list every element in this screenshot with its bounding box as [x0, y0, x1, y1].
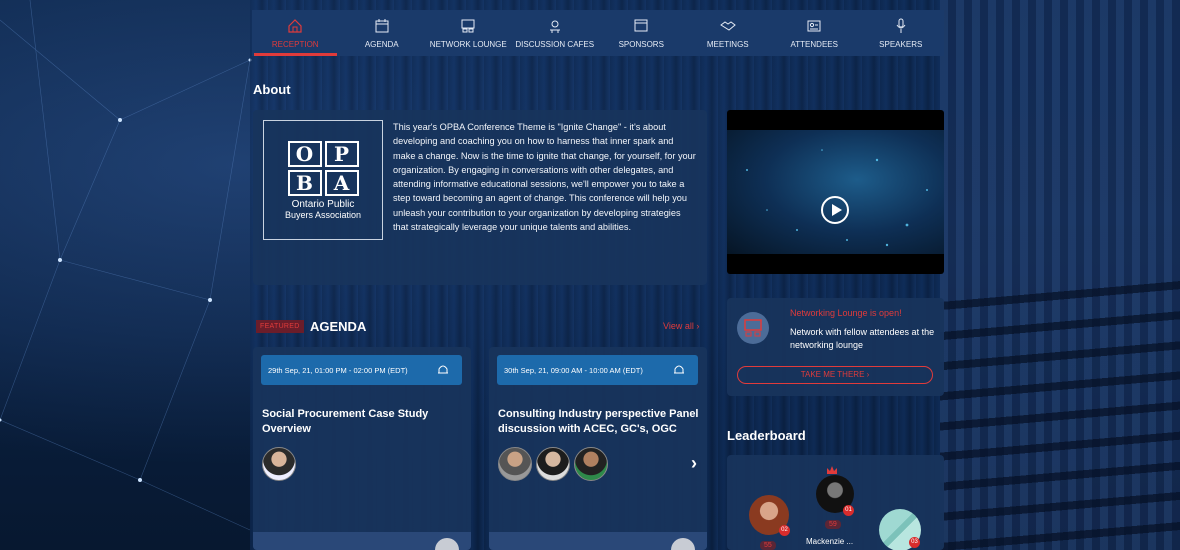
- date-text: 29th Sep, 21, 01:00 PM - 02:00 PM (EDT): [268, 365, 408, 375]
- take-me-there-button[interactable]: TAKE ME THERE ›: [737, 366, 933, 384]
- logo-letter: B: [287, 169, 322, 196]
- avatar[interactable]: [262, 447, 296, 481]
- nav-label: SPEAKERS: [879, 39, 923, 49]
- points-badge: 59: [825, 520, 841, 529]
- nav-reception[interactable]: RECEPTION: [252, 10, 339, 56]
- logo-line1: Ontario Public: [291, 198, 355, 210]
- nav-attendees[interactable]: ATTENDEES: [771, 10, 858, 56]
- lounge-heading: Networking Lounge is open!: [790, 308, 902, 318]
- logo-line2: Buyers Association: [284, 209, 362, 220]
- nav-speakers[interactable]: SPEAKERS: [858, 10, 945, 56]
- nav-label: AGENDA: [364, 39, 399, 49]
- video-player[interactable]: [727, 110, 944, 274]
- chevron-right-icon: ›: [696, 321, 700, 331]
- calendar-icon: [375, 18, 389, 32]
- speaker-avatars: [262, 447, 296, 481]
- session-title: Consulting Industry perspective Panel di…: [498, 408, 699, 435]
- rank-badge: 03: [909, 537, 920, 548]
- lounge-icon: [461, 19, 475, 32]
- reminder-bell-icon[interactable]: [436, 363, 450, 377]
- main-nav: RECEPTION AGENDA NETWORK LOUNGE DISCUSSI…: [252, 10, 944, 56]
- handshake-icon: [719, 20, 736, 31]
- networking-lounge-card: Networking Lounge is open! Network with …: [727, 298, 944, 396]
- nav-label: ATTENDEES: [790, 39, 838, 49]
- footer-action-icon[interactable]: [671, 538, 695, 550]
- nav-label: MEETINGS: [706, 39, 749, 49]
- about-title: About: [253, 82, 291, 97]
- nav-agenda[interactable]: AGENDA: [339, 10, 426, 56]
- lounge-icon: [737, 312, 769, 344]
- logo-letter: O: [287, 140, 322, 167]
- home-icon: [288, 18, 302, 33]
- agenda-card[interactable]: 30th Sep, 21, 09:00 AM - 10:00 AM (EDT) …: [489, 347, 707, 550]
- logo-letter: P: [324, 140, 359, 167]
- network-background: [0, 0, 252, 531]
- button-label: TAKE ME THERE: [800, 370, 865, 379]
- points-badge: 55: [760, 541, 776, 550]
- leaderboard-card: 01 59 Mackenzie ... 02 55 03: [727, 455, 944, 550]
- card-footer: [489, 532, 707, 550]
- about-text: This year's OPBA Conference Theme is "Ig…: [393, 122, 696, 233]
- agenda-title: AGENDA: [310, 319, 367, 334]
- nav-meetings[interactable]: MEETINGS: [685, 10, 772, 56]
- avatar[interactable]: [536, 447, 570, 481]
- footer-action-icon[interactable]: [435, 538, 459, 550]
- session-date: 29th Sep, 21, 01:00 PM - 02:00 PM (EDT): [261, 355, 462, 385]
- nav-label: DISCUSSION CAFES: [515, 39, 595, 49]
- sponsor-icon: [634, 19, 648, 31]
- session-date: 30th Sep, 21, 09:00 AM - 10:00 AM (EDT): [497, 355, 698, 385]
- video-thumbnail: [727, 130, 944, 254]
- nav-label: NETWORK LOUNGE: [429, 39, 507, 49]
- featured-badge: FEATURED: [256, 320, 304, 333]
- play-icon[interactable]: [821, 196, 849, 224]
- avatar[interactable]: [498, 447, 532, 481]
- id-card-icon: [807, 20, 821, 31]
- date-text: 30th Sep, 21, 09:00 AM - 10:00 AM (EDT): [504, 365, 643, 375]
- nav-sponsors[interactable]: SPONSORS: [598, 10, 685, 56]
- view-all-link[interactable]: View all ›: [663, 321, 699, 331]
- leaderboard-title: Leaderboard: [727, 428, 806, 443]
- sparkles: [746, 149, 928, 247]
- chevron-right-icon[interactable]: ›: [691, 453, 697, 474]
- theater-seats-background: [940, 0, 1180, 550]
- nav-label: RECEPTION: [271, 39, 319, 49]
- about-card: O P B A Ontario Public Buyers Associatio…: [253, 110, 707, 285]
- speaker-avatars: [498, 447, 608, 481]
- microphone-icon: [896, 18, 906, 33]
- rank-badge: 02: [779, 525, 790, 536]
- reminder-bell-icon[interactable]: [672, 363, 686, 377]
- lounge-text: Network with fellow attendees at the net…: [790, 327, 935, 350]
- nav-discussion-cafes[interactable]: DISCUSSION CAFES: [512, 10, 599, 56]
- leader-name: Mackenzie ...: [806, 537, 854, 546]
- view-all-label: View all: [663, 321, 694, 331]
- logo-letter: A: [324, 169, 359, 196]
- session-title: Social Procurement Case Study Overview: [262, 408, 429, 435]
- agenda-card[interactable]: 29th Sep, 21, 01:00 PM - 02:00 PM (EDT) …: [253, 347, 471, 550]
- card-footer: [253, 532, 471, 550]
- nav-network-lounge[interactable]: NETWORK LOUNGE: [425, 10, 512, 56]
- rank-badge: 01: [843, 505, 854, 516]
- cafe-icon: [549, 20, 560, 33]
- avatar[interactable]: [574, 447, 608, 481]
- nav-label: SPONSORS: [618, 39, 664, 49]
- crown-icon: [827, 466, 837, 474]
- opba-logo: O P B A Ontario Public Buyers Associatio…: [263, 120, 383, 240]
